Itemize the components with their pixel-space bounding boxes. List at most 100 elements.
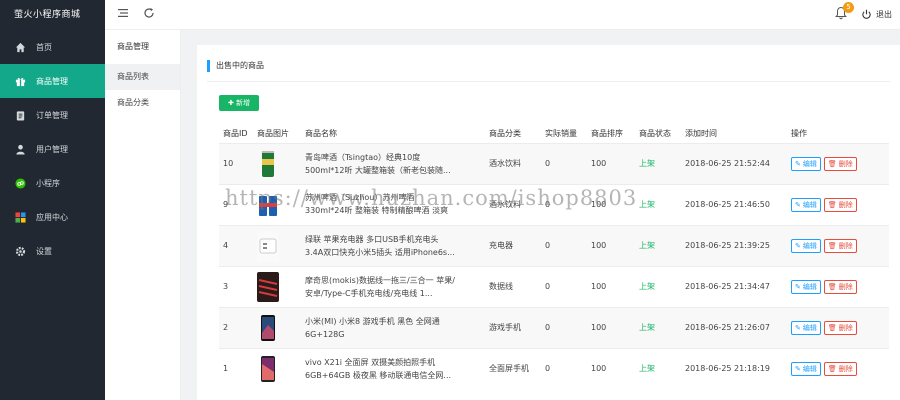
sidebar-item-label: 设置 <box>36 246 52 256</box>
cell-status: 上架 <box>635 183 681 225</box>
divider <box>207 81 890 82</box>
main-content: 出售中的商品 ✚ 新增 商品ID 商品图片 商品名称 商品分类 实际销量 商品排… <box>197 45 900 400</box>
refresh-icon[interactable] <box>143 7 155 21</box>
cell-added: 2018-06-25 21:34:47 <box>681 265 787 307</box>
edit-label: 编辑 <box>802 159 817 168</box>
cell-id: 3 <box>219 265 253 307</box>
beer-can-image[interactable] <box>257 149 279 179</box>
product-name: vivo X21i 全面屏 双摄美颜拍照手机 6GB+64GB 极夜黑 移动联通… <box>305 357 452 380</box>
edit-label: 编辑 <box>802 323 817 332</box>
menu-toggle-icon[interactable] <box>117 7 129 21</box>
miniprogram-icon <box>14 177 26 189</box>
add-product-button[interactable]: ✚ 新增 <box>219 95 259 111</box>
cell-image <box>253 265 301 307</box>
column-header-sort: 商品排序 <box>591 129 623 139</box>
pencil-icon: ✎ <box>795 241 801 250</box>
cell-category: 酒水饮料 <box>485 183 541 225</box>
sidebar-item-apps[interactable]: 应用中心 <box>0 200 105 234</box>
sidebar-item-label: 应用中心 <box>36 212 68 222</box>
cell-actions: ✎ 编辑 🗑 删除 <box>787 224 889 266</box>
cell-category: 游戏手机 <box>485 306 541 348</box>
clipboard-icon <box>14 109 26 121</box>
cell-actions: ✎ 编辑 🗑 删除 <box>787 265 889 307</box>
sidebar-item-settings[interactable]: 设置 <box>0 234 105 268</box>
delete-label: 删除 <box>838 159 853 168</box>
sidebar: 萤火小程序商城 首页 商品管理 订单管理 用户管理 小程序 应用中心 设置 <box>0 0 105 400</box>
column-header-name: 商品名称 <box>305 129 337 139</box>
edit-button[interactable]: ✎ 编辑 <box>791 361 821 376</box>
cell-category: 数据线 <box>485 265 541 307</box>
top-bar: 5 退出 <box>105 0 900 30</box>
edit-button[interactable]: ✎ 编辑 <box>791 197 821 212</box>
sidebar-item-products[interactable]: 商品管理 <box>0 64 105 98</box>
delete-button[interactable]: 🗑 删除 <box>823 156 857 171</box>
cell-image <box>253 183 301 225</box>
phone-image[interactable] <box>257 313 279 343</box>
trash-icon: 🗑 <box>827 364 837 373</box>
sidebar-item-home[interactable]: 首页 <box>0 30 105 64</box>
subnav-item-product-list[interactable]: 商品列表 <box>105 64 180 90</box>
delete-button[interactable]: 🗑 删除 <box>823 361 857 376</box>
notification-button[interactable]: 5 <box>835 2 854 22</box>
sidebar-item-orders[interactable]: 订单管理 <box>0 98 105 132</box>
product-name: 小米(MI) 小米8 游戏手机 黑色 全网通 6G+128G <box>305 316 440 339</box>
vivo-phone-image[interactable] <box>257 354 279 384</box>
cell-status: 上架 <box>635 265 681 307</box>
cell-sort: 100 <box>587 306 635 348</box>
product-name: 青岛啤酒（Tsingtao）经典10度 500ml*12听 大罐整箱装（新老包装… <box>305 152 451 175</box>
cell-image <box>253 347 301 389</box>
cell-actions: ✎ 编辑 🗑 删除 <box>787 183 889 225</box>
cell-image <box>253 224 301 266</box>
delete-button[interactable]: 🗑 删除 <box>823 279 857 294</box>
cell-name: vivo X21i 全面屏 双摄美颜拍照手机 6GB+64GB 极夜黑 移动联通… <box>301 347 485 389</box>
trash-icon: 🗑 <box>827 241 837 250</box>
edit-button[interactable]: ✎ 编辑 <box>791 156 821 171</box>
cell-image <box>253 142 301 184</box>
cell-added: 2018-06-25 21:26:07 <box>681 306 787 348</box>
apps-icon <box>14 211 26 223</box>
cables-image[interactable] <box>257 271 279 302</box>
delete-button[interactable]: 🗑 删除 <box>823 238 857 253</box>
gift-icon <box>14 75 26 87</box>
table-row: 1 vivo X21i 全面屏 双摄美颜拍照手机 6GB+64GB 极夜黑 移动联… <box>219 347 889 389</box>
cell-added: 2018-06-25 21:18:19 <box>681 347 787 389</box>
column-header-category: 商品分类 <box>489 129 521 139</box>
cell-sales: 0 <box>541 265 587 307</box>
delete-button[interactable]: 🗑 删除 <box>823 320 857 335</box>
cell-added: 2018-06-25 21:46:50 <box>681 183 787 225</box>
cell-sales: 0 <box>541 347 587 389</box>
subnav-item-product-category[interactable]: 商品分类 <box>105 90 180 116</box>
product-name: 摩奇思(mokis)数据线一拖三/三合一 苹果/安卓/Type-C手机充电线/充… <box>305 275 455 298</box>
trash-icon: 🗑 <box>827 323 837 332</box>
subnav-title: 商品管理 <box>117 42 149 51</box>
power-icon <box>862 9 871 19</box>
delete-label: 删除 <box>838 282 853 291</box>
delete-label: 删除 <box>838 241 853 250</box>
product-table: 商品ID 商品图片 商品名称 商品分类 实际销量 商品排序 商品状态 添加时间 … <box>219 125 889 389</box>
sidebar-item-users[interactable]: 用户管理 <box>0 132 105 166</box>
edit-button[interactable]: ✎ 编辑 <box>791 279 821 294</box>
edit-button[interactable]: ✎ 编辑 <box>791 320 821 335</box>
charger-image[interactable] <box>257 230 279 261</box>
delete-label: 删除 <box>838 200 853 209</box>
edit-label: 编辑 <box>802 364 817 373</box>
cell-id: 4 <box>219 224 253 266</box>
column-header-sales: 实际销量 <box>545 129 577 139</box>
home-icon <box>14 41 26 53</box>
cell-id: 1 <box>219 347 253 389</box>
sidebar-item-miniprogram[interactable]: 小程序 <box>0 166 105 200</box>
cell-sort: 100 <box>587 142 635 184</box>
cell-image <box>253 306 301 348</box>
logout-button[interactable]: 退出 <box>861 9 892 20</box>
sidebar-item-label: 首页 <box>36 42 52 52</box>
pencil-icon: ✎ <box>795 200 801 209</box>
beer-cans-image[interactable] <box>257 190 279 220</box>
pencil-icon: ✎ <box>795 159 801 168</box>
table-row: 9 苏州啤酒（Suzhou）苏州啤酒 330ml*24听 整箱装 特制精酿啤酒 淡… <box>219 183 889 225</box>
delete-button[interactable]: 🗑 删除 <box>823 197 857 212</box>
cell-name: 小米(MI) 小米8 游戏手机 黑色 全网通 6G+128G <box>301 306 485 348</box>
cell-added: 2018-06-25 21:52:44 <box>681 142 787 184</box>
edit-button[interactable]: ✎ 编辑 <box>791 238 821 253</box>
pencil-icon: ✎ <box>795 323 801 332</box>
plus-icon: ✚ <box>227 99 237 107</box>
